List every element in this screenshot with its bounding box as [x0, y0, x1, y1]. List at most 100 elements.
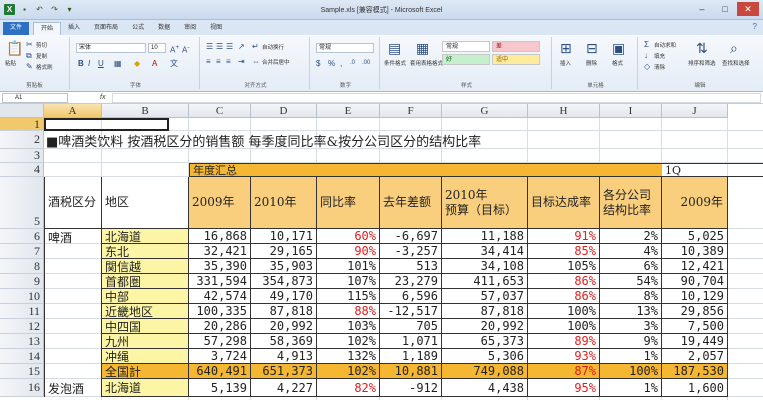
value-cell[interactable]: 91% — [528, 229, 600, 244]
name-box[interactable]: A1 — [2, 93, 68, 103]
delete-cells-icon[interactable]: ⊟ — [586, 41, 598, 55]
value-cell[interactable]: 1,600 — [662, 379, 728, 397]
value-cell[interactable]: 4,438 — [442, 379, 528, 397]
row-header[interactable]: 13 — [0, 334, 44, 349]
value-cell[interactable]: 102% — [317, 364, 380, 379]
tab-page-layout[interactable]: 页面布局 — [87, 22, 125, 35]
row-header[interactable]: 10 — [0, 289, 44, 304]
column-header[interactable]: E — [317, 104, 380, 118]
value-cell[interactable]: 6% — [600, 259, 662, 274]
column-header[interactable]: G — [442, 104, 528, 118]
value-cell[interactable]: 35,903 — [251, 259, 317, 274]
wrap-text-icon[interactable]: ↵ — [252, 42, 259, 51]
find-select-icon[interactable]: ⌕ — [730, 41, 738, 55]
row-header[interactable]: 14 — [0, 349, 44, 364]
align-center-icon[interactable]: ≡ — [216, 57, 221, 66]
close-icon[interactable]: ✕ — [737, 2, 759, 16]
tab-file[interactable]: 文件 — [3, 22, 30, 35]
value-cell[interactable]: 20,286 — [189, 319, 251, 334]
region-cell[interactable]: 全国計 — [102, 364, 189, 379]
value-cell[interactable]: 4,913 — [251, 349, 317, 364]
region-cell[interactable]: 北海道 — [102, 379, 189, 397]
worksheet-grid[interactable]: A B C D E F G H I J 1 2 3 4 5 6 7 8 9 10 11 12 13 14 15 16 ■啤酒类饮料 … — [0, 104, 763, 400]
table-format-icon[interactable]: ▦ — [416, 41, 429, 55]
header-cell[interactable]: 2009年 — [662, 177, 728, 229]
row-header[interactable]: 15 — [0, 364, 44, 379]
select-all-corner[interactable] — [0, 104, 44, 118]
tab-data[interactable]: 数据 — [151, 22, 177, 35]
value-cell[interactable]: 88% — [317, 304, 380, 319]
insert-cells-icon[interactable]: ⊞ — [560, 41, 572, 55]
value-cell[interactable]: 411,653 — [442, 274, 528, 289]
value-cell[interactable]: 513 — [380, 259, 442, 274]
value-cell[interactable]: 100% — [600, 364, 662, 379]
indent-icon[interactable]: ⇥ — [238, 57, 245, 66]
value-cell[interactable]: 705 — [380, 319, 442, 334]
value-cell[interactable]: 54% — [600, 274, 662, 289]
formula-input[interactable] — [112, 93, 761, 103]
header-cell[interactable]: 去年差额 — [380, 177, 442, 229]
value-cell[interactable]: 5,306 — [442, 349, 528, 364]
autosum-icon[interactable]: Σ — [644, 40, 649, 49]
value-cell[interactable]: 57,298 — [189, 334, 251, 349]
region-cell[interactable]: 関信越 — [102, 259, 189, 274]
value-cell[interactable]: 86% — [528, 289, 600, 304]
tab-view[interactable]: 视图 — [203, 22, 229, 35]
value-cell[interactable]: -912 — [380, 379, 442, 397]
region-cell[interactable]: 中部 — [102, 289, 189, 304]
cut-button[interactable]: 剪切 — [36, 41, 47, 49]
value-cell[interactable]: 3% — [600, 319, 662, 334]
value-cell[interactable]: 19,449 — [662, 334, 728, 349]
value-cell[interactable]: 6,596 — [380, 289, 442, 304]
value-cell[interactable]: -6,697 — [380, 229, 442, 244]
value-cell[interactable]: 29,165 — [251, 244, 317, 259]
conditional-format-icon[interactable]: ▤ — [388, 41, 401, 55]
row-header[interactable]: 4 — [0, 163, 44, 177]
copy-icon[interactable]: ⧉ — [26, 51, 32, 60]
column-header[interactable]: H — [528, 104, 600, 118]
value-cell[interactable]: 749,088 — [442, 364, 528, 379]
header-cell[interactable]: 各分公司 结构比率 — [600, 177, 662, 229]
value-cell[interactable]: 640,491 — [189, 364, 251, 379]
format-painter-icon[interactable]: ✎ — [26, 62, 33, 71]
region-cell[interactable]: 近畿地区 — [102, 304, 189, 319]
value-cell[interactable]: 1,189 — [380, 349, 442, 364]
row-header[interactable]: 2 — [0, 131, 44, 149]
region-cell[interactable]: 冲绳 — [102, 349, 189, 364]
header-cell[interactable]: 2010年 — [251, 177, 317, 229]
value-cell[interactable]: 1% — [600, 379, 662, 397]
value-cell[interactable]: 101% — [317, 259, 380, 274]
value-cell[interactable]: 10,129 — [662, 289, 728, 304]
value-cell[interactable]: 100% — [528, 304, 600, 319]
value-cell[interactable]: 16,868 — [189, 229, 251, 244]
fill-button[interactable]: 填充 — [654, 52, 665, 60]
tab-review[interactable]: 审阅 — [177, 22, 203, 35]
value-cell[interactable]: 102% — [317, 334, 380, 349]
row-header[interactable]: 7 — [0, 244, 44, 259]
row-header[interactable]: 11 — [0, 304, 44, 319]
font-color-icon[interactable]: A — [152, 59, 157, 68]
group-header-1q[interactable]: 1Q — [662, 163, 763, 177]
tab-formulas[interactable]: 公式 — [125, 22, 151, 35]
header-cell[interactable]: 2009年 — [189, 177, 251, 229]
value-cell[interactable]: 132% — [317, 349, 380, 364]
value-cell[interactable]: 187,530 — [662, 364, 728, 379]
help-icon[interactable]: ? — [753, 22, 757, 31]
tab-home[interactable]: 开始 — [33, 22, 62, 35]
header-cell[interactable]: 目标达成率 — [528, 177, 600, 229]
value-cell[interactable]: 60% — [317, 229, 380, 244]
header-cell[interactable]: 地区 — [102, 177, 189, 229]
value-cell[interactable]: 93% — [528, 349, 600, 364]
grow-font-icon[interactable]: A+ — [170, 43, 179, 55]
value-cell[interactable]: 331,594 — [189, 274, 251, 289]
value-cell[interactable]: 12,421 — [662, 259, 728, 274]
column-header[interactable]: I — [600, 104, 662, 118]
shrink-font-icon[interactable]: A- — [182, 43, 190, 55]
value-cell[interactable]: 20,992 — [442, 319, 528, 334]
value-cell[interactable]: 58,369 — [251, 334, 317, 349]
value-cell[interactable]: 103% — [317, 319, 380, 334]
row-header[interactable]: 5 — [0, 177, 44, 229]
fx-button[interactable]: fx — [100, 92, 105, 104]
value-cell[interactable]: 8% — [600, 289, 662, 304]
table-format-button[interactable]: 套用表格格式 — [410, 59, 443, 67]
